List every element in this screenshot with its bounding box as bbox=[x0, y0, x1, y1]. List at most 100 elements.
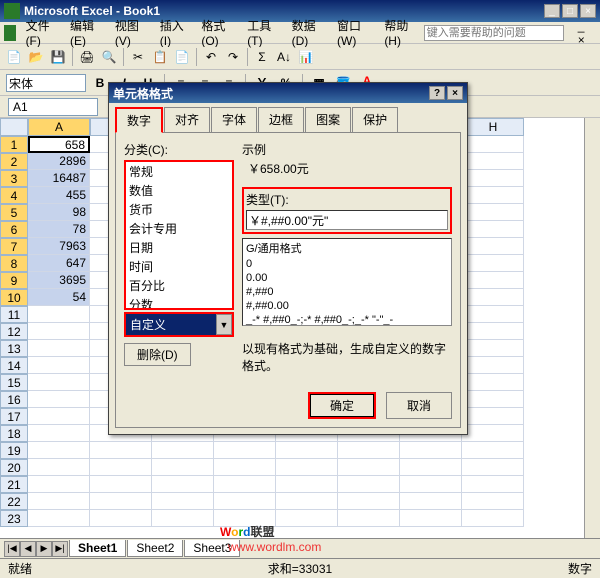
row-header-15[interactable]: 15 bbox=[0, 374, 28, 391]
cell-H10[interactable] bbox=[462, 289, 524, 306]
dialog-titlebar[interactable]: 单元格格式 ? × bbox=[109, 83, 467, 103]
cell-A21[interactable] bbox=[28, 476, 90, 493]
cell-A8[interactable]: 647 bbox=[28, 255, 90, 272]
chart-icon[interactable]: 📊 bbox=[296, 47, 316, 67]
type-option[interactable]: 0.00 bbox=[243, 271, 451, 285]
cell-D21[interactable] bbox=[214, 476, 276, 493]
cell-G21[interactable] bbox=[400, 476, 462, 493]
cell-H16[interactable] bbox=[462, 391, 524, 408]
cell-A9[interactable]: 3695 bbox=[28, 272, 90, 289]
cell-A15[interactable] bbox=[28, 374, 90, 391]
dialog-help-button[interactable]: ? bbox=[429, 86, 445, 100]
row-header-21[interactable]: 21 bbox=[0, 476, 28, 493]
menu-data[interactable]: 数据(D) bbox=[286, 15, 327, 50]
cell-A6[interactable]: 78 bbox=[28, 221, 90, 238]
undo-icon[interactable]: ↶ bbox=[201, 47, 221, 67]
cell-A22[interactable] bbox=[28, 493, 90, 510]
row-header-23[interactable]: 23 bbox=[0, 510, 28, 527]
cell-C21[interactable] bbox=[152, 476, 214, 493]
cell-H22[interactable] bbox=[462, 493, 524, 510]
tab-nav-prev[interactable]: ◀ bbox=[20, 541, 36, 557]
cut-icon[interactable]: ✂ bbox=[128, 47, 148, 67]
menu-edit[interactable]: 编辑(E) bbox=[64, 15, 105, 50]
menu-insert[interactable]: 插入(I) bbox=[154, 15, 192, 50]
row-header-17[interactable]: 17 bbox=[0, 408, 28, 425]
row-header-12[interactable]: 12 bbox=[0, 323, 28, 340]
cell-H20[interactable] bbox=[462, 459, 524, 476]
menu-help[interactable]: 帮助(H) bbox=[378, 15, 419, 50]
select-all-corner[interactable] bbox=[0, 118, 28, 136]
row-header-1[interactable]: 1 bbox=[0, 136, 28, 153]
row-header-18[interactable]: 18 bbox=[0, 425, 28, 442]
category-item[interactable]: 常规 bbox=[126, 162, 232, 181]
category-listbox[interactable]: 常规数值货币会计专用日期时间百分比分数科学记数文本特殊 bbox=[124, 160, 234, 310]
cell-A16[interactable] bbox=[28, 391, 90, 408]
type-option[interactable]: #,##0 bbox=[243, 285, 451, 299]
cell-A11[interactable] bbox=[28, 306, 90, 323]
cell-A14[interactable] bbox=[28, 357, 90, 374]
tab-nav-first[interactable]: |◀ bbox=[4, 541, 20, 557]
delete-button[interactable]: 删除(D) bbox=[124, 343, 191, 366]
row-header-4[interactable]: 4 bbox=[0, 187, 28, 204]
cell-B19[interactable] bbox=[90, 442, 152, 459]
copy-icon[interactable]: 📋 bbox=[150, 47, 170, 67]
minimize-button[interactable]: _ bbox=[544, 4, 560, 18]
cell-A7[interactable]: 7963 bbox=[28, 238, 90, 255]
cell-A13[interactable] bbox=[28, 340, 90, 357]
tab-border[interactable]: 边框 bbox=[258, 107, 304, 132]
row-header-22[interactable]: 22 bbox=[0, 493, 28, 510]
type-input[interactable] bbox=[246, 210, 448, 230]
row-header-2[interactable]: 2 bbox=[0, 153, 28, 170]
type-option[interactable]: 0 bbox=[243, 257, 451, 271]
type-option[interactable]: _-* #,##0_-;-* #,##0_-;_-* "-"_- bbox=[243, 313, 451, 326]
cell-H23[interactable] bbox=[462, 510, 524, 527]
cell-H8[interactable] bbox=[462, 255, 524, 272]
row-header-8[interactable]: 8 bbox=[0, 255, 28, 272]
cell-H7[interactable] bbox=[462, 238, 524, 255]
cell-E23[interactable] bbox=[276, 510, 338, 527]
cell-C22[interactable] bbox=[152, 493, 214, 510]
tab-patterns[interactable]: 图案 bbox=[305, 107, 351, 132]
row-header-6[interactable]: 6 bbox=[0, 221, 28, 238]
cell-H18[interactable] bbox=[462, 425, 524, 442]
row-header-9[interactable]: 9 bbox=[0, 272, 28, 289]
row-header-19[interactable]: 19 bbox=[0, 442, 28, 459]
row-header-3[interactable]: 3 bbox=[0, 170, 28, 187]
category-item[interactable]: 时间 bbox=[126, 257, 232, 276]
menu-doc-close[interactable]: _ × bbox=[572, 17, 596, 49]
row-header-10[interactable]: 10 bbox=[0, 289, 28, 306]
cell-E19[interactable] bbox=[276, 442, 338, 459]
type-option[interactable]: #,##0.00 bbox=[243, 299, 451, 313]
category-item[interactable]: 百分比 bbox=[126, 276, 232, 295]
cell-D20[interactable] bbox=[214, 459, 276, 476]
cell-D19[interactable] bbox=[214, 442, 276, 459]
cell-A5[interactable]: 98 bbox=[28, 204, 90, 221]
cell-D22[interactable] bbox=[214, 493, 276, 510]
category-item[interactable]: 数值 bbox=[126, 181, 232, 200]
cell-A10[interactable]: 54 bbox=[28, 289, 90, 306]
cell-A20[interactable] bbox=[28, 459, 90, 476]
cell-A1[interactable]: 658 bbox=[28, 136, 90, 153]
cell-H5[interactable] bbox=[462, 204, 524, 221]
cell-A3[interactable]: 16487 bbox=[28, 170, 90, 187]
category-combo[interactable]: 自定义 ▼ bbox=[124, 312, 234, 337]
type-option[interactable]: G/通用格式 bbox=[243, 239, 451, 257]
help-search-input[interactable] bbox=[424, 25, 564, 41]
cell-A12[interactable] bbox=[28, 323, 90, 340]
row-header-11[interactable]: 11 bbox=[0, 306, 28, 323]
row-header-5[interactable]: 5 bbox=[0, 204, 28, 221]
cell-B20[interactable] bbox=[90, 459, 152, 476]
menu-file[interactable]: 文件(F) bbox=[20, 15, 60, 50]
cell-E21[interactable] bbox=[276, 476, 338, 493]
cell-H4[interactable] bbox=[462, 187, 524, 204]
cell-H3[interactable] bbox=[462, 170, 524, 187]
cell-H13[interactable] bbox=[462, 340, 524, 357]
category-item[interactable]: 日期 bbox=[126, 238, 232, 257]
preview-icon[interactable]: 🔍 bbox=[99, 47, 119, 67]
tab-nav-next[interactable]: ▶ bbox=[36, 541, 52, 557]
paste-icon[interactable]: 📄 bbox=[172, 47, 192, 67]
cell-E20[interactable] bbox=[276, 459, 338, 476]
save-icon[interactable]: 💾 bbox=[48, 47, 68, 67]
cell-F22[interactable] bbox=[338, 493, 400, 510]
cell-C19[interactable] bbox=[152, 442, 214, 459]
